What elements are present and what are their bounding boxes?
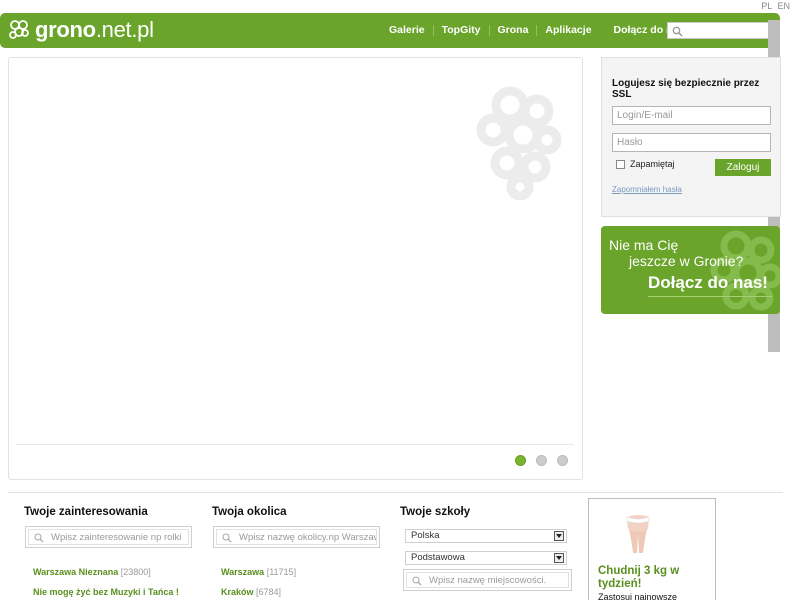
join-banner[interactable]: Nie ma Cię jeszcze w Gronie? Dołącz do n… <box>601 226 780 314</box>
remember-checkbox[interactable] <box>616 159 625 169</box>
ad-image <box>626 515 650 553</box>
chevron-down-icon[interactable] <box>554 531 564 541</box>
nav-topgity[interactable]: TopGity <box>432 25 489 36</box>
lang-en-link[interactable]: EN <box>777 1 790 11</box>
neighborhood-title: Twoja okolica <box>212 506 287 518</box>
neighborhood-search-input[interactable] <box>216 529 377 545</box>
login-button[interactable]: Zaloguj <box>715 159 771 176</box>
interests-section: Twoje zainteresowania <box>24 506 148 518</box>
neighborhood-section: Twoja okolica <box>212 506 287 518</box>
join-cta[interactable]: Dołącz do nas! <box>648 273 768 293</box>
search-icon <box>672 26 683 37</box>
search-icon <box>34 533 44 543</box>
advertisement[interactable]: Chudnij 3 kg w tydzień! Zastosuj najnows… <box>588 498 716 600</box>
login-panel: Logujesz się bezpiecznie przez SSL Zapam… <box>601 57 781 217</box>
nav-grona[interactable]: Grona <box>488 25 537 36</box>
grape-logo-icon <box>9 20 29 39</box>
interests-search <box>25 526 192 548</box>
school-level-value: Podstawowa <box>411 552 465 563</box>
header-search-input[interactable] <box>667 22 775 39</box>
school-level-select[interactable]: Podstawowa <box>405 551 567 565</box>
login-email-input[interactable] <box>612 106 771 125</box>
interests-title: Twoje zainteresowania <box>24 506 148 518</box>
remember-me[interactable]: Zapamiętaj <box>616 159 675 169</box>
slider-dot-2[interactable] <box>536 455 547 466</box>
slider-dot-3[interactable] <box>557 455 568 466</box>
nav-galerie[interactable]: Galerie <box>385 25 433 36</box>
neighborhood-search <box>213 526 380 548</box>
site-logo[interactable]: grono.net.pl <box>8 16 154 44</box>
search-icon <box>412 576 422 586</box>
hero-divider <box>16 444 574 445</box>
join-text-line2: jeszcze w Gronie? <box>629 253 744 269</box>
neighborhood-item[interactable]: Kraków [6784] <box>221 587 281 597</box>
remember-label: Zapamiętaj <box>630 159 675 169</box>
slider-dot-1[interactable] <box>515 455 526 466</box>
country-select-value: Polska <box>411 530 440 541</box>
country-select[interactable]: Polska <box>405 529 567 543</box>
ad-text: Zastosuj najnowsze <box>598 592 678 600</box>
schools-town-input[interactable] <box>406 572 569 588</box>
ad-title: Chudnij 3 kg w tydzień! <box>598 565 680 590</box>
logo-text-domain: .net.pl <box>95 17 154 42</box>
main-nav: Galerie TopGity Grona Aplikacje Dołącz d… <box>385 13 696 48</box>
schools-section: Twoje szkoły <box>400 506 470 518</box>
grape-watermark-icon <box>476 86 562 200</box>
join-underline <box>648 296 772 297</box>
forgot-password-link[interactable]: Zapomniałem hasła <box>612 185 682 194</box>
schools-title: Twoje szkoły <box>400 506 471 518</box>
slider-pagination <box>515 455 568 466</box>
interest-item[interactable]: Warszawa Nieznana [23800] <box>33 567 151 577</box>
neighborhood-item[interactable]: Warszawa [11715] <box>221 567 296 577</box>
lang-pl-link[interactable]: PL <box>761 1 772 11</box>
interests-search-input[interactable] <box>28 529 189 545</box>
logo-text-bold: grono <box>35 17 96 42</box>
join-text-line1: Nie ma Cię <box>609 237 679 253</box>
scrollbar-fragment-top <box>768 20 780 60</box>
interest-item[interactable]: Nie mogę żyć bez Muzyki i Tańca ! <box>33 587 179 597</box>
schools-search <box>403 569 572 591</box>
language-switch: PL EN <box>758 1 790 11</box>
top-navigation-bar: grono.net.pl Galerie TopGity Grona Aplik… <box>0 13 780 48</box>
grape-decoration-icon <box>710 230 780 311</box>
login-title: Logujesz się bezpiecznie przez SSL <box>612 78 760 100</box>
section-divider <box>8 492 783 493</box>
search-icon <box>222 533 232 543</box>
chevron-down-icon[interactable] <box>554 553 564 563</box>
password-input[interactable] <box>612 133 771 152</box>
nav-aplikacje[interactable]: Aplikacje <box>536 25 599 36</box>
